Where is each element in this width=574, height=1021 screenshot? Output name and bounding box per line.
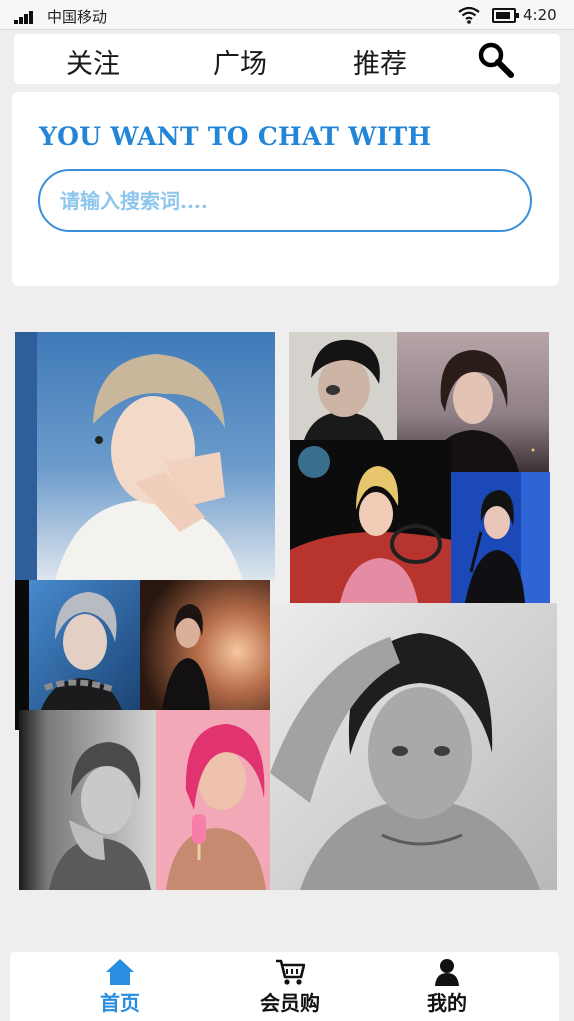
collage-photo-dark-hair[interactable]: [289, 332, 397, 440]
person-icon: [435, 959, 459, 986]
chat-title: YOU WANT TO CHAT WITH: [39, 122, 432, 151]
carrier-name: 中国移动: [47, 8, 108, 26]
status-bar: 中国移动 4:20: [0, 0, 574, 30]
nav-home-label: 首页: [100, 991, 140, 1015]
collage-photo-pink-hair[interactable]: [156, 710, 270, 890]
nav-shop-label: 会员购: [260, 991, 320, 1015]
collage-photo-blue-stage[interactable]: [451, 472, 550, 603]
chat-search-card: YOU WANT TO CHAT WITH: [12, 92, 559, 286]
collage-photo-silver-hair[interactable]: [15, 580, 140, 730]
nav-mine[interactable]: 我的: [402, 958, 492, 1016]
tab-square[interactable]: 广场: [213, 42, 267, 81]
status-time: 4:20: [523, 6, 557, 24]
collage-photo-bw-portrait[interactable]: [19, 710, 159, 890]
collage-photo-pink-car[interactable]: [290, 440, 452, 603]
nav-mine-label: 我的: [427, 991, 467, 1015]
top-tab-bar: 关注 广场 推荐: [14, 34, 560, 84]
collage-photo-blond-hand-sign[interactable]: [15, 332, 275, 581]
nav-home[interactable]: 首页: [75, 958, 165, 1016]
bottom-nav: 首页 会员购 我的: [10, 952, 559, 1021]
nav-membership-shop[interactable]: 会员购: [245, 958, 335, 1016]
wifi-icon: [458, 6, 480, 24]
tab-follow[interactable]: 关注: [66, 42, 120, 81]
home-icon: [106, 959, 134, 985]
collage-photo-spotlight[interactable]: [140, 580, 270, 710]
search-button[interactable]: [476, 40, 516, 80]
collage-photo-bw-man[interactable]: [270, 603, 557, 890]
battery-icon: [492, 8, 519, 23]
cart-icon: [276, 959, 305, 985]
search-icon: [478, 42, 514, 78]
chat-search-input[interactable]: [38, 169, 532, 232]
tab-recommend[interactable]: 推荐: [353, 42, 407, 81]
signal-icon: [14, 10, 36, 24]
